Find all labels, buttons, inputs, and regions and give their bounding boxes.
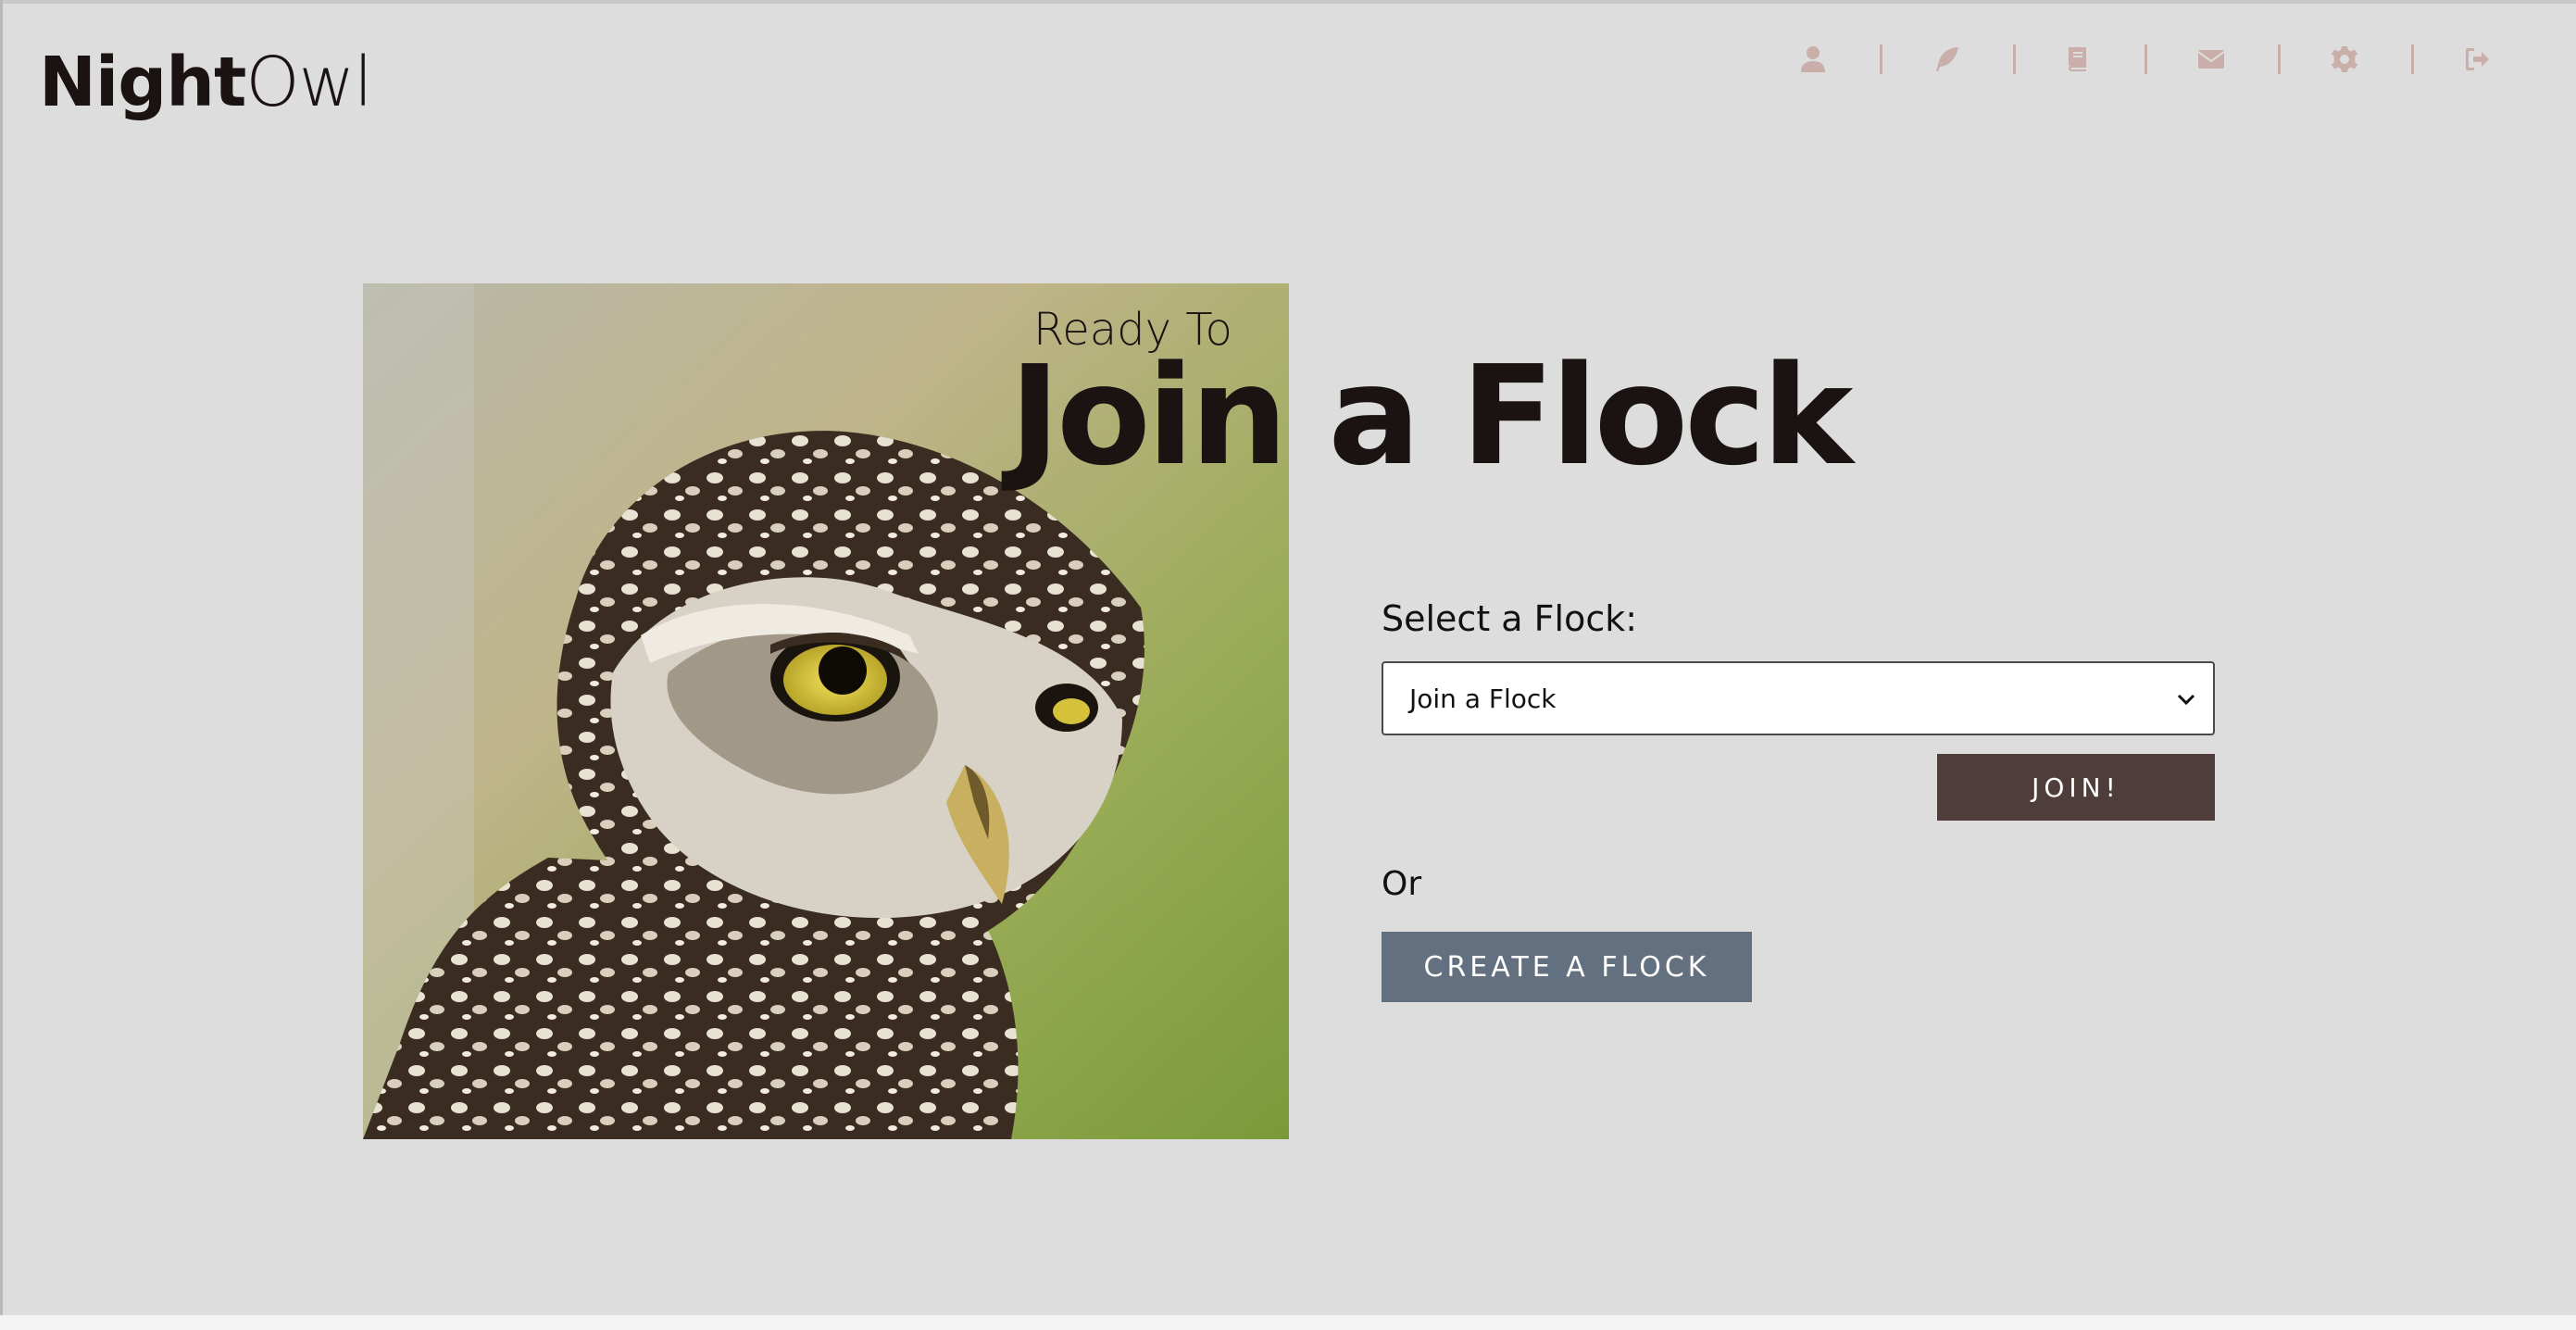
flock-select-dropdown[interactable]: Join a Flock: [1382, 661, 2215, 735]
nav-separator: [2145, 44, 2147, 74]
create-flock-button[interactable]: CREATE A FLOCK: [1382, 932, 1752, 1002]
user-icon: [1801, 46, 1825, 72]
gear-icon: [2332, 46, 2357, 72]
nav-separator: [1880, 44, 1882, 74]
nav-separator: [2013, 44, 2016, 74]
envelope-icon: [2197, 50, 2225, 69]
window-top-edge: [0, 0, 2576, 4]
brand-bold: Night: [39, 43, 246, 122]
join-button[interactable]: JOIN!: [1937, 754, 2215, 821]
nav-separator: [2278, 44, 2281, 74]
nav-journal-book-icon[interactable]: [2059, 41, 2096, 78]
flock-select-value: Join a Flock: [1409, 683, 1557, 714]
brand-logo[interactable]: NightOwl: [39, 41, 373, 124]
window-left-edge: [0, 0, 3, 1330]
nav-write-feather-icon[interactable]: [1928, 41, 1965, 78]
sign-out-icon: [2466, 48, 2489, 70]
window-bottom-edge: [0, 1315, 2576, 1330]
nav-messages-envelope-icon[interactable]: [2193, 41, 2230, 78]
brand-light: Owl: [245, 43, 372, 122]
select-flock-label: Select a Flock:: [1382, 598, 1638, 639]
page-title: Join a Flock: [1009, 336, 1853, 496]
nav-logout-sign-out-icon[interactable]: [2459, 41, 2496, 78]
feather-icon: [1936, 47, 1958, 71]
nav-separator: [2411, 44, 2414, 74]
nav-settings-gear-icon[interactable]: [2326, 41, 2363, 78]
or-divider-text: Or: [1382, 865, 1422, 903]
chevron-down-icon: [2177, 694, 2195, 706]
book-icon: [2069, 47, 2086, 71]
nav-profile-user-icon[interactable]: [1794, 41, 1832, 78]
